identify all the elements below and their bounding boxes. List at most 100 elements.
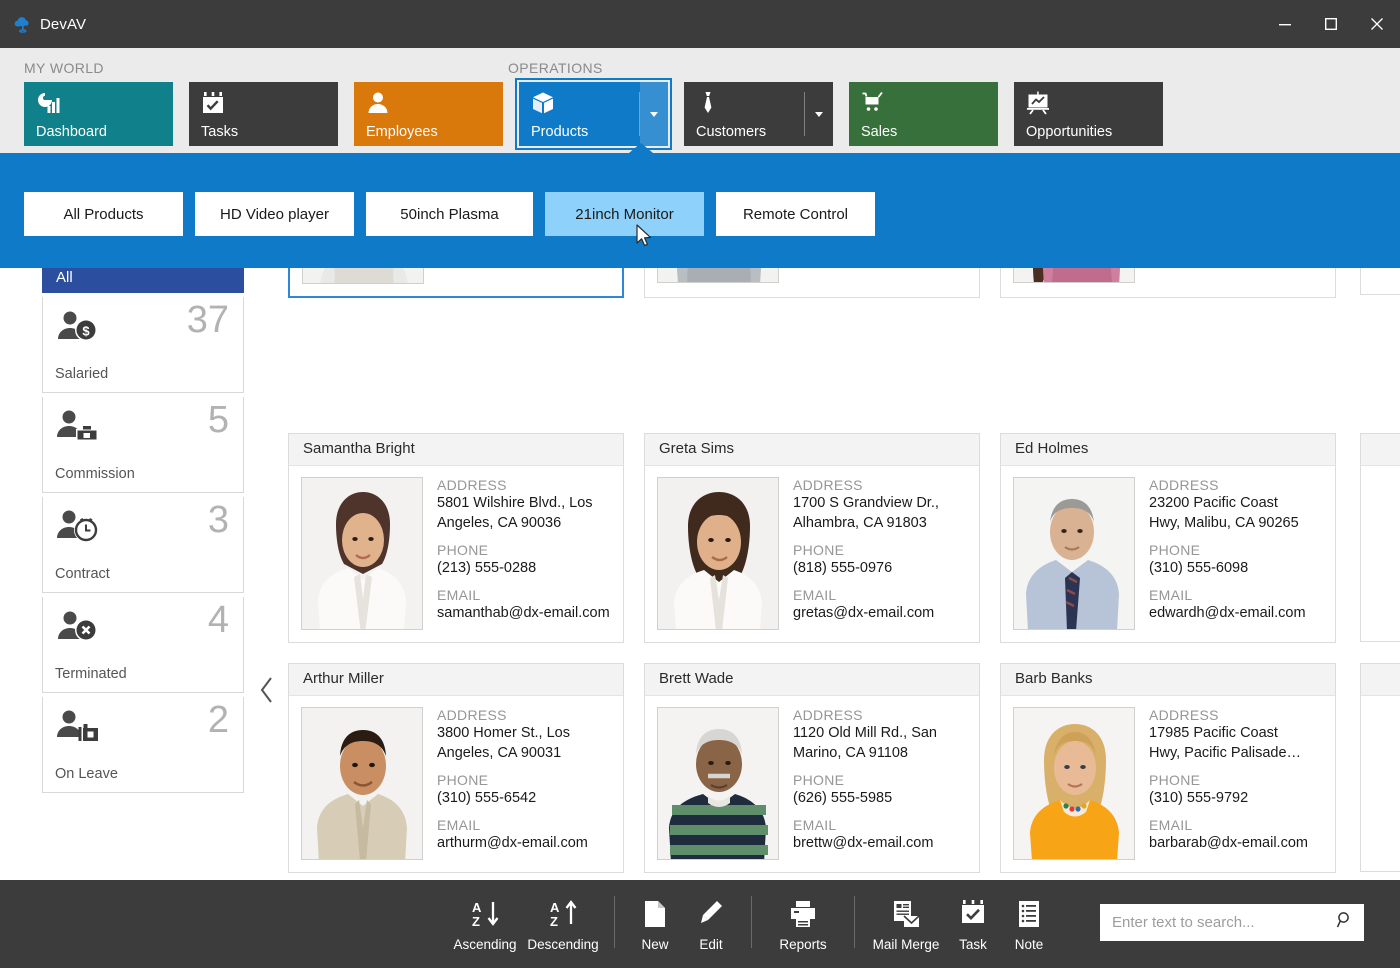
search-box[interactable] — [1100, 904, 1364, 941]
employee-card-name: Brett Wade — [645, 664, 979, 696]
employee-card[interactable]: Barb Banks ADDRESS 17985 Pacific Coast H… — [1000, 663, 1336, 873]
sidebar-item-salaried[interactable]: $ 37 Salaried — [42, 297, 244, 393]
chevron-left-icon — [260, 677, 272, 703]
note-button[interactable]: Note — [1001, 894, 1057, 954]
mail-merge-button[interactable]: Mail Merge — [867, 894, 945, 954]
employee-card[interactable]: Brett Wade ADDRESS 1120 Old Mill Rd., Sa… — [644, 663, 980, 873]
tile-customers[interactable]: Customers — [684, 82, 833, 146]
address-label: ADDRESS — [1149, 477, 1219, 493]
sidebar-item-count: 2 — [207, 699, 229, 741]
toolbar-label: Descending — [527, 937, 599, 952]
toolbar-actions: A Z Ascending A Z Descending New Edit Re… — [446, 894, 1057, 954]
sidebar-item-contract[interactable]: 3 Contract — [42, 497, 244, 593]
employee-card[interactable]: Ed Holmes ADDRESS 23200 Pacific Coast Hw… — [1000, 433, 1336, 643]
maximize-button[interactable] — [1308, 0, 1354, 48]
sidebar-header-all[interactable]: All — [42, 265, 244, 293]
sidebar-item-count: 3 — [207, 499, 229, 541]
application-window: DevAV MY WORLD OPERATIONS Dashboard Task… — [0, 0, 1400, 968]
sort-az-up-icon: A Z — [547, 894, 579, 934]
employee-status-sidebar: All $ 37 Salaried 5 Commission 3 Contrac… — [42, 265, 244, 793]
employee-phone: (310) 555-6542 — [437, 790, 537, 806]
person-dollar-icon: $ — [55, 309, 103, 350]
ribbon-group-label-operations: OPERATIONS — [508, 60, 603, 76]
employee-card[interactable] — [1360, 433, 1400, 642]
email-label: EMAIL — [1149, 587, 1193, 603]
sidebar-item-count: 5 — [207, 399, 229, 441]
toolbar-divider — [614, 896, 615, 948]
tile-dashboard[interactable]: Dashboard — [24, 82, 173, 146]
toolbar-label: Edit — [699, 937, 723, 952]
tile-label: Opportunities — [1026, 124, 1113, 140]
new-button[interactable]: New — [627, 894, 683, 954]
sidebar-item-terminated[interactable]: 4 Terminated — [42, 597, 244, 693]
person-clock-icon — [55, 509, 103, 550]
product-filter-50inch-plasma[interactable]: 50inch Plasma — [366, 192, 533, 236]
employee-address-2: Angeles, CA 90031 — [437, 745, 562, 761]
employee-email: barbarab@dx-email.com — [1149, 835, 1308, 851]
phone-label: PHONE — [1149, 542, 1201, 558]
close-button[interactable] — [1354, 0, 1400, 48]
sidebar-item-label: Commission — [55, 466, 135, 482]
tile-tasks[interactable]: Tasks — [189, 82, 338, 146]
svg-text:A: A — [550, 900, 560, 915]
employee-address: 5801 Wilshire Blvd., Los — [437, 495, 593, 511]
note-list-icon — [1016, 894, 1042, 934]
svg-text:Z: Z — [472, 914, 480, 929]
sidebar-item-label: Salaried — [55, 366, 109, 382]
shopping-cart-icon — [861, 91, 998, 117]
email-label: EMAIL — [437, 817, 481, 833]
tile-opportunities[interactable]: Opportunities — [1014, 82, 1163, 146]
employee-email: samanthab@dx-email.com — [437, 605, 610, 621]
employee-card-name: Arthur Miller — [289, 664, 623, 696]
address-label: ADDRESS — [437, 477, 507, 493]
employee-card[interactable]: Arthur Miller ADDRESS 3800 Homer St., Lo… — [288, 663, 624, 873]
employee-card[interactable] — [1360, 663, 1400, 872]
product-filter-remote-control[interactable]: Remote Control — [716, 192, 875, 236]
search-input[interactable] — [1112, 914, 1336, 931]
task-button[interactable]: Task — [945, 894, 1001, 954]
svg-text:$: $ — [82, 324, 90, 339]
phone-label: PHONE — [1149, 772, 1201, 788]
edit-button[interactable]: Edit — [683, 894, 739, 954]
employee-address: 3800 Homer St., Los — [437, 725, 570, 741]
minimize-button[interactable] — [1262, 0, 1308, 48]
tile-products[interactable]: Products — [515, 78, 672, 150]
calendar-check-icon — [201, 91, 338, 117]
product-filter-hd-video-player[interactable]: HD Video player — [195, 192, 354, 236]
cloud-logo-icon — [12, 13, 34, 35]
customers-dropdown-toggle[interactable] — [805, 82, 833, 146]
address-label: ADDRESS — [1149, 707, 1219, 723]
sort-ascending-button[interactable]: A Z Ascending — [446, 894, 524, 954]
product-filter-all-products[interactable]: All Products — [24, 192, 183, 236]
sidebar-collapse-button[interactable] — [258, 675, 276, 709]
search-icon[interactable] — [1336, 911, 1354, 934]
avatar — [301, 707, 423, 860]
employee-card[interactable]: Greta Sims ADDRESS 1700 S Grandview Dr.,… — [644, 433, 980, 643]
card-row: Samantha Bright ADDRESS 5801 Wilshire Bl… — [288, 433, 1336, 643]
sidebar-item-on-leave[interactable]: 2 On Leave — [42, 697, 244, 793]
employee-address: 1700 S Grandview Dr., — [793, 495, 939, 511]
employee-card-name: Greta Sims — [645, 434, 979, 466]
dashboard-chart-icon — [36, 91, 173, 117]
sidebar-item-commission[interactable]: 5 Commission — [42, 397, 244, 493]
employee-phone: (213) 555-0288 — [437, 560, 537, 576]
employee-card-name: Ed Holmes — [1001, 434, 1335, 466]
tile-employees[interactable]: Employees — [354, 82, 503, 146]
sort-descending-button[interactable]: A Z Descending — [524, 894, 602, 954]
employee-card[interactable]: Samantha Bright ADDRESS 5801 Wilshire Bl… — [288, 433, 624, 643]
employee-email: arthurm@dx-email.com — [437, 835, 588, 851]
employee-address-2: Hwy, Pacific Palisade… — [1149, 745, 1302, 761]
toolbar-label: Note — [1014, 937, 1044, 952]
person-icon — [366, 91, 503, 117]
avatar — [301, 477, 423, 630]
new-document-icon — [642, 894, 668, 934]
employee-email: gretas@dx-email.com — [793, 605, 935, 621]
toolbar-label: New — [641, 937, 669, 952]
svg-text:Z: Z — [550, 914, 558, 929]
product-filter-21inch-monitor[interactable]: 21inch Monitor — [545, 192, 704, 236]
products-dropdown-toggle[interactable] — [640, 82, 668, 146]
tile-sales[interactable]: Sales — [849, 82, 998, 146]
reports-button[interactable]: Reports — [764, 894, 842, 954]
email-label: EMAIL — [793, 587, 837, 603]
phone-label: PHONE — [793, 542, 845, 558]
